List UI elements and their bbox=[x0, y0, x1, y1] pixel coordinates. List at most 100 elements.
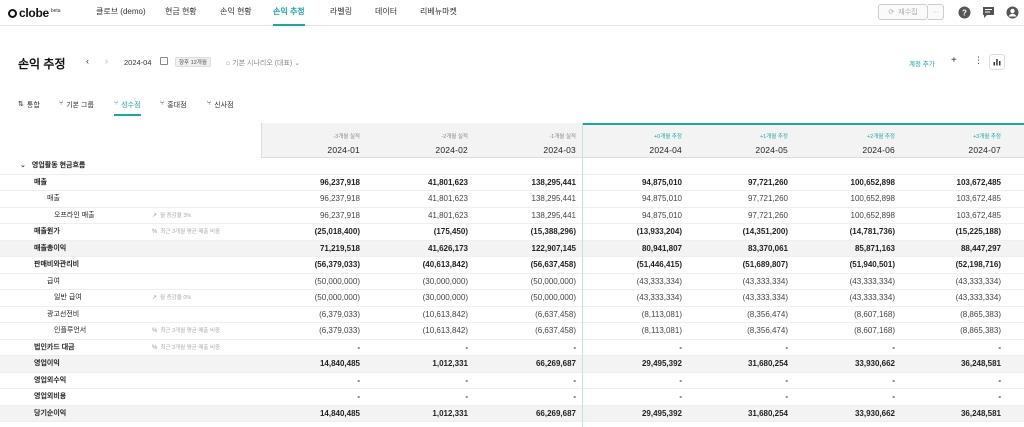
forecast-rule-note[interactable]: % 최근 3개월 평균 매출 비중 bbox=[152, 340, 220, 356]
value-cell[interactable]: (56,637,458) bbox=[476, 257, 576, 273]
value-cell[interactable]: (8,113,081) bbox=[582, 307, 682, 323]
tab-default-group[interactable]: ⑂ 기본 그룹 bbox=[59, 100, 94, 116]
value-cell[interactable]: (25,018,400) bbox=[260, 224, 360, 240]
value-cell[interactable]: 94,875,010 bbox=[582, 208, 682, 224]
value-cell[interactable]: (15,225,188) bbox=[901, 224, 1001, 240]
value-cell[interactable]: 83,370,061 bbox=[688, 241, 788, 257]
value-cell[interactable]: - bbox=[260, 389, 360, 405]
value-cell[interactable]: (30,000,000) bbox=[368, 274, 468, 290]
value-cell[interactable]: 66,269,687 bbox=[476, 356, 576, 372]
tab-seongsu[interactable]: ⑂ 성수점 bbox=[114, 100, 141, 116]
table-row[interactable]: 오프라인 매출 ↗ 월 증감율 3% 96,237,918 41,801,623 138,… bbox=[0, 208, 1024, 224]
value-cell[interactable]: 97,721,260 bbox=[688, 191, 788, 207]
value-cell[interactable]: - bbox=[688, 389, 788, 405]
value-cell[interactable]: 71,219,518 bbox=[260, 241, 360, 257]
logo[interactable]: clobe beta bbox=[8, 6, 61, 20]
forecast-rule-note[interactable]: ↗ 월 증감율 0% bbox=[152, 290, 191, 306]
value-cell[interactable]: 31,680,254 bbox=[688, 356, 788, 372]
value-cell[interactable]: 96,237,918 bbox=[260, 191, 360, 207]
value-cell[interactable]: (8,356,474) bbox=[688, 323, 788, 339]
value-cell[interactable]: 96,237,918 bbox=[260, 175, 360, 191]
help-icon[interactable]: ? bbox=[957, 5, 971, 19]
value-cell[interactable]: 41,801,623 bbox=[368, 208, 468, 224]
table-row[interactable]: 판매비와관리비 (56,379,033) (40,613,842) (56,637,4… bbox=[0, 257, 1024, 274]
value-cell[interactable]: - bbox=[260, 373, 360, 389]
value-cell[interactable]: (8,607,168) bbox=[795, 323, 895, 339]
forecast-rule-note[interactable]: ↗ 월 증감율 3% bbox=[152, 208, 191, 224]
value-cell[interactable]: 138,295,441 bbox=[476, 191, 577, 207]
value-cell[interactable]: - bbox=[901, 389, 1001, 405]
value-cell[interactable]: (10,613,842) bbox=[368, 323, 468, 339]
value-cell[interactable]: (50,000,000) bbox=[260, 274, 360, 290]
value-cell[interactable]: - bbox=[368, 389, 468, 405]
value-cell[interactable]: (10,613,842) bbox=[368, 307, 468, 323]
value-cell[interactable]: - bbox=[368, 340, 468, 356]
value-cell[interactable]: 36,248,581 bbox=[901, 406, 1001, 422]
value-cell[interactable]: 100,652,898 bbox=[795, 175, 896, 191]
value-cell[interactable]: 33,930,662 bbox=[795, 406, 895, 422]
value-cell[interactable]: (50,000,000) bbox=[476, 274, 576, 290]
nav-item-cash[interactable]: 현금 현황 bbox=[165, 0, 197, 26]
table-row[interactable]: 당기순이익 14,840,485 1,012,331 66,269,687 29,495… bbox=[0, 405, 1024, 422]
chart-view-button[interactable] bbox=[989, 54, 1005, 70]
nav-item-labeling[interactable]: 라벨링 bbox=[330, 0, 352, 26]
value-cell[interactable]: (13,933,204) bbox=[582, 224, 682, 240]
forecast-rule-note[interactable]: % 최근 3개월 평균 매출 비중 bbox=[152, 224, 220, 240]
section-row[interactable]: ⌄ 영업활동 현금흐름 bbox=[0, 158, 1024, 175]
value-cell[interactable]: (8,113,081) bbox=[582, 323, 682, 339]
value-cell[interactable]: (43,333,334) bbox=[688, 290, 788, 306]
value-cell[interactable]: (8,356,474) bbox=[688, 307, 788, 323]
value-cell[interactable]: (30,000,000) bbox=[368, 290, 468, 306]
value-cell[interactable]: (43,333,334) bbox=[901, 274, 1001, 290]
value-cell[interactable]: (8,865,383) bbox=[901, 307, 1001, 323]
value-cell[interactable]: (8,607,168) bbox=[795, 307, 895, 323]
value-cell[interactable]: 103,672,485 bbox=[901, 175, 1002, 191]
nav-item-home[interactable]: 클로브 (demo) bbox=[96, 0, 146, 26]
value-cell[interactable]: (56,379,033) bbox=[260, 257, 360, 273]
value-cell[interactable]: 14,840,485 bbox=[260, 356, 360, 372]
value-cell[interactable]: 122,907,145 bbox=[476, 241, 577, 257]
refresh-button[interactable]: ⟳ 재수집 bbox=[878, 4, 928, 20]
table-row[interactable]: 영업외수익 - - - - - - - bbox=[0, 373, 1024, 389]
tab-hongdae[interactable]: ⑂ 홍대점 bbox=[160, 100, 187, 116]
value-cell[interactable]: (50,000,000) bbox=[260, 290, 360, 306]
value-cell[interactable]: (51,446,415) bbox=[582, 257, 682, 273]
value-cell[interactable]: 94,875,010 bbox=[582, 191, 682, 207]
value-cell[interactable]: - bbox=[688, 340, 788, 356]
value-cell[interactable]: (40,613,842) bbox=[368, 257, 468, 273]
value-cell[interactable]: (43,333,334) bbox=[795, 274, 895, 290]
value-cell[interactable]: - bbox=[582, 373, 682, 389]
value-cell[interactable]: (8,865,383) bbox=[901, 323, 1001, 339]
plus-icon[interactable]: + bbox=[951, 55, 957, 66]
value-cell[interactable]: (43,333,334) bbox=[688, 274, 788, 290]
value-cell[interactable]: 97,721,260 bbox=[688, 208, 788, 224]
value-cell[interactable]: (15,388,296) bbox=[476, 224, 576, 240]
tab-integrated[interactable]: ⇅ 통합 bbox=[18, 100, 40, 116]
value-cell[interactable]: (43,333,334) bbox=[901, 290, 1001, 306]
value-cell[interactable]: - bbox=[476, 340, 576, 356]
value-cell[interactable]: 100,652,898 bbox=[795, 208, 896, 224]
current-month[interactable]: 2024-04 bbox=[124, 58, 152, 67]
value-cell[interactable]: 31,680,254 bbox=[688, 406, 788, 422]
value-cell[interactable]: 103,672,485 bbox=[901, 191, 1002, 207]
value-cell[interactable]: 138,295,441 bbox=[476, 208, 577, 224]
nav-item-revenue-market[interactable]: 리베뉴마켓 bbox=[420, 0, 457, 26]
next-month-button[interactable]: › bbox=[105, 56, 108, 66]
value-cell[interactable]: (43,333,334) bbox=[582, 274, 682, 290]
value-cell[interactable]: - bbox=[582, 389, 682, 405]
value-cell[interactable]: (6,379,033) bbox=[260, 323, 360, 339]
add-account-link[interactable]: 계정 추가 bbox=[909, 58, 935, 68]
value-cell[interactable]: - bbox=[368, 373, 468, 389]
value-cell[interactable]: 29,495,392 bbox=[582, 356, 682, 372]
scenario-select[interactable]: ⌂ 기본 시나리오 (대표) ⌄ bbox=[226, 58, 300, 68]
value-cell[interactable]: 100,652,898 bbox=[795, 191, 896, 207]
table-row[interactable]: 인플루언서% 최근 3개월 평균 매출 비중 (6,379,033) (10,613,… bbox=[0, 323, 1024, 340]
value-cell[interactable]: 80,941,807 bbox=[582, 241, 682, 257]
table-row[interactable]: 매출 96,237,918 41,801,623 138,295,441 94,875,… bbox=[0, 175, 1024, 191]
value-cell[interactable]: - bbox=[901, 373, 1001, 389]
value-cell[interactable]: 94,875,010 bbox=[582, 175, 682, 191]
value-cell[interactable]: - bbox=[476, 373, 576, 389]
nav-item-pl-forecast[interactable]: 손익 추정 bbox=[273, 0, 305, 26]
value-cell[interactable]: - bbox=[901, 340, 1001, 356]
value-cell[interactable]: - bbox=[795, 373, 895, 389]
